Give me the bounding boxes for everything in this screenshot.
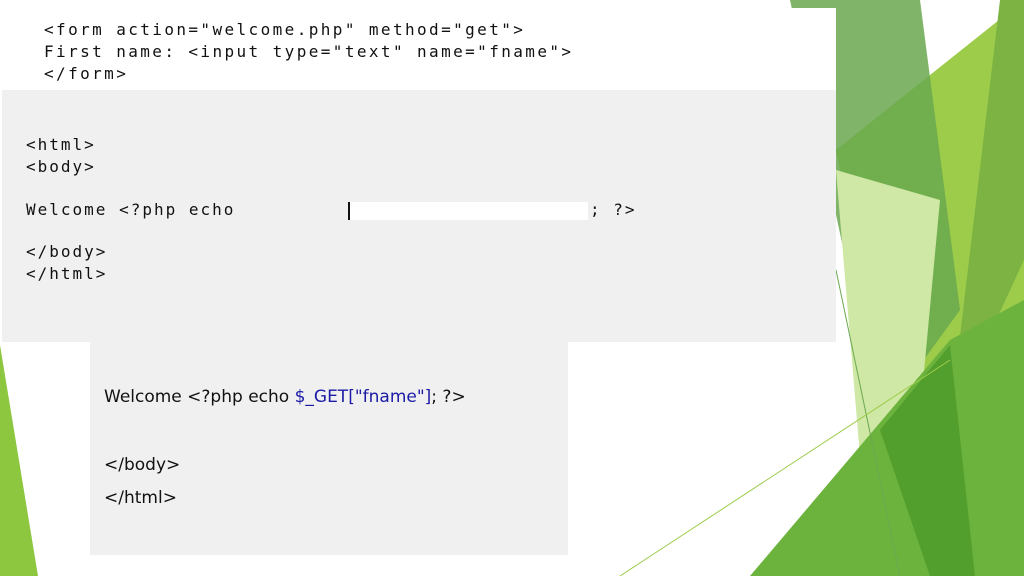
- php-code-line-3-suffix: ; ?>: [590, 200, 637, 219]
- php-code-line-4: </body>: [26, 242, 108, 261]
- form-code-line-1: <form action="welcome.php" method="get">: [44, 20, 526, 39]
- answer-code-line-1: Welcome <?php echo $_GET["fname"]; ?>: [104, 386, 466, 408]
- php-code-line-2: <body>: [26, 157, 96, 176]
- answer-code-panel: Welcome <?php echo $_GET["fname"]; ?> </…: [90, 342, 568, 555]
- answer-get-variable: $_GET["fname"]: [294, 387, 432, 407]
- form-code-panel: <form action="welcome.php" method="get">…: [24, 8, 836, 90]
- php-code-panel: <html> <body> Welcome <?php echo ; ?> </…: [2, 90, 836, 342]
- php-code-line-3-prefix: Welcome <?php echo: [26, 200, 248, 219]
- php-code-line-5: </html>: [26, 264, 108, 283]
- answer-line-1-prefix: Welcome <?php echo: [104, 387, 295, 407]
- answer-code-line-2: </body>: [104, 455, 181, 475]
- fill-in-blank: [348, 202, 588, 220]
- form-code-line-3: </form>: [44, 64, 129, 83]
- green-shape-left: [0, 345, 38, 576]
- answer-code-line-3: </html>: [104, 488, 177, 508]
- form-code-line-2: First name: <input type="text" name="fna…: [44, 42, 574, 61]
- answer-line-1-suffix: ; ?>: [431, 387, 466, 407]
- php-code-line-1: <html>: [26, 135, 96, 154]
